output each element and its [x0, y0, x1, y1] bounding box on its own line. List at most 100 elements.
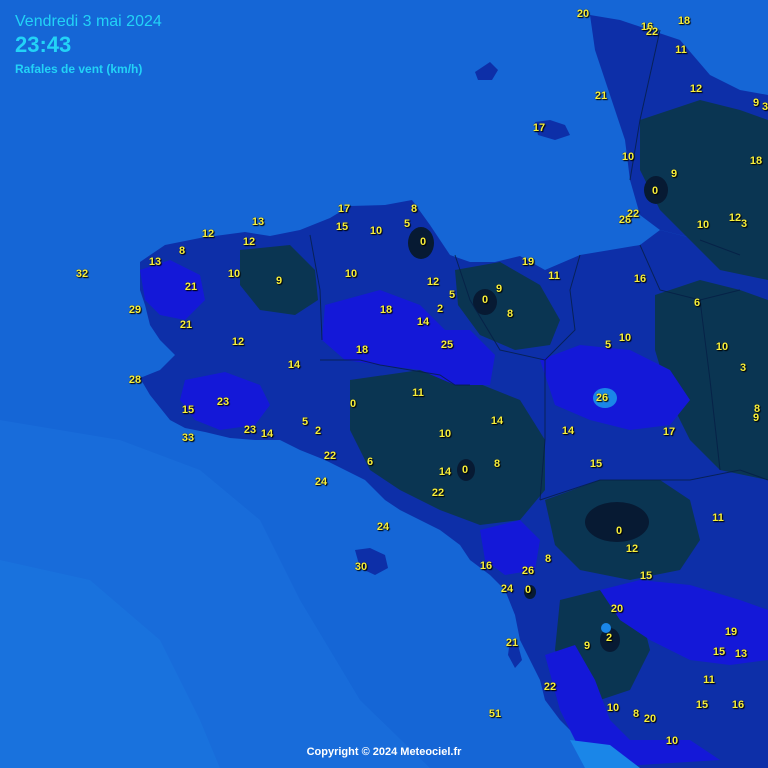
station-gust-value: 22: [543, 681, 557, 693]
station-gust-value: 2: [605, 632, 613, 644]
station-gust-value: 15: [589, 458, 603, 470]
station-gust-value: 21: [184, 281, 198, 293]
station-gust-value: 8: [178, 245, 186, 257]
station-gust-value: 2: [314, 425, 322, 437]
station-gust-value: 10: [621, 151, 635, 163]
station-gust-value: 11: [675, 44, 687, 56]
station-gust-value: 12: [231, 336, 245, 348]
station-gust-value: 16: [731, 699, 745, 711]
station-gust-value: 9: [583, 640, 591, 652]
station-gust-value: 22: [323, 450, 337, 462]
station-gust-value: 13: [734, 648, 748, 660]
station-gust-value: 12: [728, 212, 742, 224]
station-gust-value: 5: [604, 339, 612, 351]
station-gust-value: 15: [181, 404, 195, 416]
station-gust-value: 17: [532, 122, 546, 134]
station-gust-value: 8: [506, 308, 514, 320]
wind-gust-map: [0, 0, 768, 768]
copyright-notice: Copyright © 2024 Meteociel.fr: [306, 746, 462, 758]
station-gust-value: 18: [677, 15, 691, 27]
station-gust-value: 10: [618, 332, 632, 344]
station-gust-value: 12: [625, 543, 639, 555]
map-subtitle: Rafales de vent (km/h): [15, 62, 143, 76]
station-gust-value: 9: [495, 283, 503, 295]
station-gust-value: 16: [633, 273, 647, 285]
station-gust-value: 10: [715, 341, 729, 353]
station-gust-value: 14: [287, 359, 301, 371]
station-gust-value: 6: [693, 297, 701, 309]
station-gust-value: 0: [524, 584, 532, 596]
station-gust-value: 9: [752, 412, 760, 424]
station-gust-value: 9: [275, 275, 283, 287]
station-gust-value: 28: [128, 374, 142, 386]
station-gust-value: 0: [419, 236, 427, 248]
station-gust-value: 18: [355, 344, 369, 356]
station-gust-value: 0: [481, 294, 489, 306]
station-gust-value: 8: [632, 708, 640, 720]
station-gust-value: 22: [431, 487, 445, 499]
station-gust-value: 0: [461, 464, 469, 476]
station-gust-value: 26: [521, 565, 535, 577]
station-gust-value: 19: [724, 626, 738, 638]
station-gust-value: 12: [201, 228, 215, 240]
station-gust-value: 8: [544, 553, 552, 565]
station-gust-value: 21: [505, 637, 519, 649]
station-gust-value: 23: [216, 396, 230, 408]
station-gust-value: 19: [521, 256, 535, 268]
station-gust-value: 11: [548, 270, 560, 282]
station-gust-value: 0: [615, 525, 623, 537]
station-gust-value: 25: [440, 339, 454, 351]
station-gust-value: 16: [479, 560, 493, 572]
station-gust-value: 9: [670, 168, 678, 180]
station-gust-value: 30: [354, 561, 368, 573]
station-gust-value: 0: [349, 398, 357, 410]
station-gust-value: 10: [344, 268, 358, 280]
station-gust-value: 11: [703, 674, 715, 686]
station-gust-value: 20: [576, 8, 590, 20]
station-gust-value: 11: [412, 387, 424, 399]
station-gust-value: 10: [696, 219, 710, 231]
station-gust-value: 18: [379, 304, 393, 316]
station-gust-value: 15: [695, 699, 709, 711]
station-gust-value: 24: [500, 583, 514, 595]
station-gust-value: 3: [739, 362, 747, 374]
station-gust-value: 5: [403, 218, 411, 230]
station-gust-value: 21: [594, 90, 608, 102]
station-gust-value: 21: [179, 319, 193, 331]
station-gust-value: 12: [426, 276, 440, 288]
forecast-date: Vendredi 3 mai 2024: [15, 13, 162, 30]
station-gust-value: 20: [610, 603, 624, 615]
station-gust-value: 3: [761, 101, 768, 113]
station-gust-value: 10: [227, 268, 241, 280]
station-gust-value: 14: [561, 425, 575, 437]
station-gust-value: 51: [488, 708, 502, 720]
station-gust-value: 23: [243, 424, 257, 436]
station-gust-value: 12: [689, 83, 703, 95]
station-gust-value: 15: [335, 221, 349, 233]
station-gust-value: 9: [752, 97, 760, 109]
forecast-time: 23:43: [15, 32, 72, 57]
station-gust-value: 26: [595, 392, 609, 404]
station-gust-value: 14: [490, 415, 504, 427]
station-gust-value: 11: [712, 512, 724, 524]
station-gust-value: 6: [366, 456, 374, 468]
station-gust-value: 12: [242, 236, 256, 248]
station-gust-value: 14: [438, 466, 452, 478]
station-gust-value: 5: [448, 289, 456, 301]
station-gust-value: 15: [639, 570, 653, 582]
station-gust-value: 17: [662, 426, 676, 438]
station-gust-value: 24: [314, 476, 328, 488]
station-gust-value: 8: [410, 203, 418, 215]
station-gust-value: 10: [369, 225, 383, 237]
station-gust-value: 18: [749, 155, 763, 167]
station-gust-value: 22: [645, 26, 659, 38]
station-gust-value: 32: [75, 268, 89, 280]
station-gust-value: 29: [128, 304, 142, 316]
station-gust-value: 14: [416, 316, 430, 328]
station-gust-value: 22: [626, 208, 640, 220]
station-gust-value: 8: [493, 458, 501, 470]
station-gust-value: 14: [260, 428, 274, 440]
station-gust-value: 2: [436, 303, 444, 315]
station-gust-value: 15: [712, 646, 726, 658]
station-gust-value: 10: [438, 428, 452, 440]
